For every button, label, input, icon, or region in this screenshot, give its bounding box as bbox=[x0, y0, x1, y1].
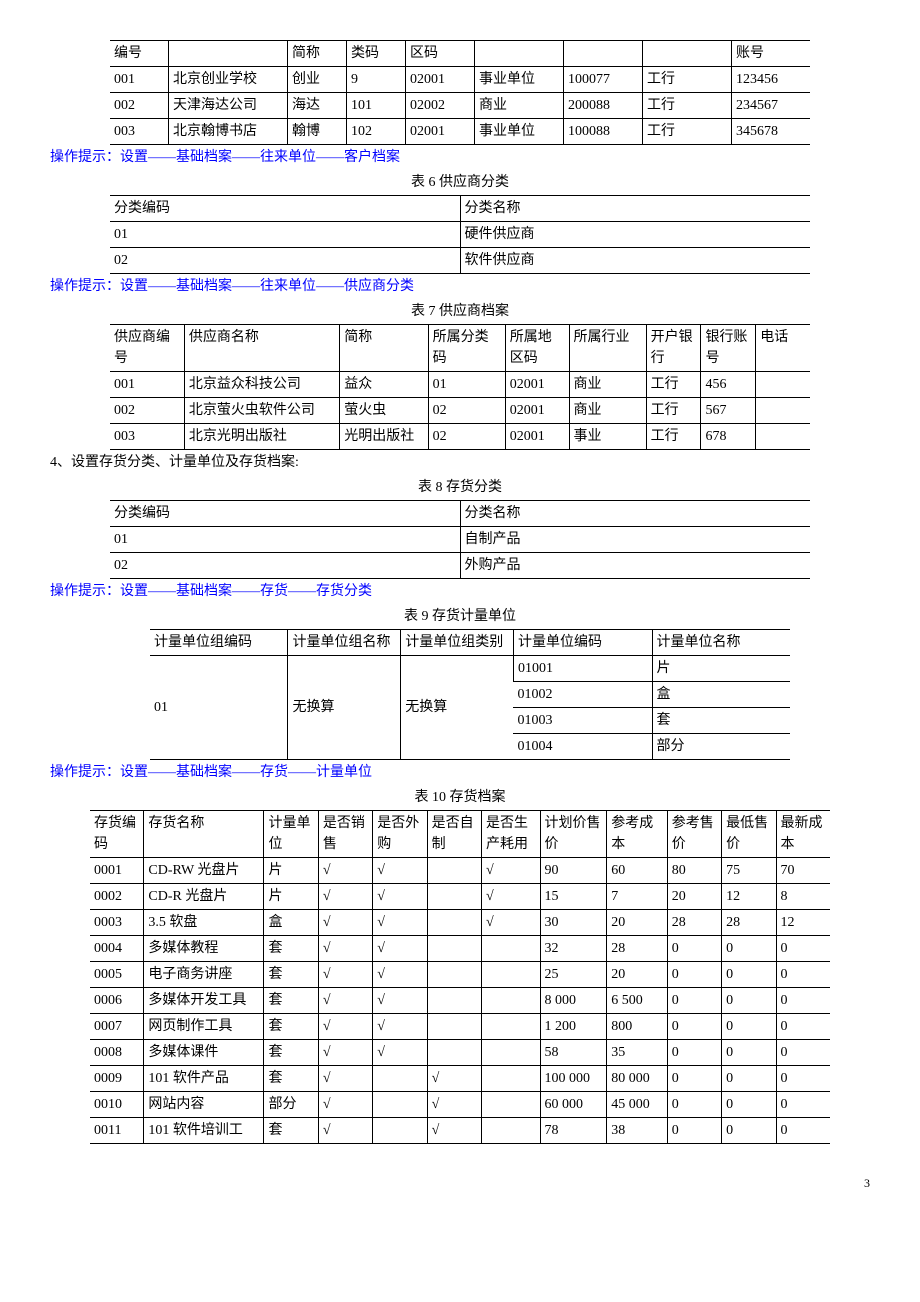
table-header-row: 供应商编号 供应商名称 简称 所属分类码 所属地区码 所属行业 开户银行 银行账… bbox=[110, 325, 810, 372]
col-id: 编号 bbox=[110, 41, 169, 67]
table-caption: 表 10 存货档案 bbox=[50, 787, 870, 808]
table-row: 003北京光明出版社光明出版社0202001事业工行678 bbox=[110, 424, 810, 450]
section-heading: 4、设置存货分类、计量单位及存货档案: bbox=[50, 452, 870, 473]
table-row: 001北京益众科技公司益众0102001商业工行456 bbox=[110, 372, 810, 398]
table-row: 0010网站内容部分√√60 00045 000000 bbox=[90, 1092, 830, 1118]
table-row: 01 无换算 无换算 01001 片 bbox=[150, 656, 790, 682]
table-header-row: 计量单位组编码 计量单位组名称 计量单位组类别 计量单位编码 计量单位名称 bbox=[150, 630, 790, 656]
table-row: 0004多媒体教程套√√3228000 bbox=[90, 936, 830, 962]
inventory-table: 存货编码 存货名称 计量单位 是否销售 是否外购 是否自制 是否生产耗用 计划价… bbox=[90, 810, 830, 1144]
operation-hint: 操作提示：设置——基础档案——存货——计量单位 bbox=[50, 762, 870, 783]
col-blank3 bbox=[564, 41, 643, 67]
table-row: 0007网页制作工具套√√1 200800000 bbox=[90, 1014, 830, 1040]
table-row: 0001CD-RW 光盘片片√√√9060807570 bbox=[90, 858, 830, 884]
table-header-row: 存货编码 存货名称 计量单位 是否销售 是否外购 是否自制 是否生产耗用 计划价… bbox=[90, 811, 830, 858]
unit-table: 计量单位组编码 计量单位组名称 计量单位组类别 计量单位编码 计量单位名称 01… bbox=[150, 629, 790, 760]
col-short: 简称 bbox=[288, 41, 347, 67]
col-account: 账号 bbox=[732, 41, 811, 67]
table-row: 01自制产品 bbox=[110, 527, 810, 553]
table-row: 0011101 软件培训工套√√7838000 bbox=[90, 1118, 830, 1144]
table-row: 0005电子商务讲座套√√2520000 bbox=[90, 962, 830, 988]
col-blank4 bbox=[643, 41, 732, 67]
col-blank2 bbox=[475, 41, 564, 67]
operation-hint: 操作提示：设置——基础档案——存货——存货分类 bbox=[50, 581, 870, 602]
col-area: 区码 bbox=[406, 41, 475, 67]
table-row: 00033.5 软盘盒√√√3020282812 bbox=[90, 910, 830, 936]
table-row: 0008多媒体课件套√√5835000 bbox=[90, 1040, 830, 1066]
customer-table: 编号 简称 类码 区码 账号 001北京创业学校创业902001事业单位1000… bbox=[110, 40, 810, 145]
supplier-table: 供应商编号 供应商名称 简称 所属分类码 所属地区码 所属行业 开户银行 银行账… bbox=[110, 324, 810, 450]
table-row: 002天津海达公司海达10102002商业200088工行234567 bbox=[110, 93, 810, 119]
table-row: 0006多媒体开发工具套√√8 0006 500000 bbox=[90, 988, 830, 1014]
table-header-row: 分类编码分类名称 bbox=[110, 501, 810, 527]
table-row: 02软件供应商 bbox=[110, 248, 810, 274]
table-row: 01硬件供应商 bbox=[110, 222, 810, 248]
table-header-row: 分类编码分类名称 bbox=[110, 196, 810, 222]
operation-hint: 操作提示：设置——基础档案——往来单位——客户档案 bbox=[50, 147, 870, 168]
page-number: 3 bbox=[50, 1174, 870, 1192]
table-row: 0002CD-R 光盘片片√√√15720128 bbox=[90, 884, 830, 910]
col-class: 类码 bbox=[347, 41, 406, 67]
table-caption: 表 9 存货计量单位 bbox=[50, 606, 870, 627]
table-row: 002北京萤火虫软件公司萤火虫0202001商业工行567 bbox=[110, 398, 810, 424]
table-caption: 表 8 存货分类 bbox=[50, 477, 870, 498]
operation-hint: 操作提示：设置——基础档案——往来单位——供应商分类 bbox=[50, 276, 870, 297]
table-caption: 表 7 供应商档案 bbox=[50, 301, 870, 322]
unit-group-name: 无换算 bbox=[288, 656, 401, 760]
inventory-category-table: 分类编码分类名称 01自制产品 02外购产品 bbox=[110, 500, 810, 579]
table-row: 001北京创业学校创业902001事业单位100077工行123456 bbox=[110, 67, 810, 93]
table-header-row: 编号 简称 类码 区码 账号 bbox=[110, 41, 810, 67]
unit-group-type: 无换算 bbox=[401, 656, 514, 760]
table-caption: 表 6 供应商分类 bbox=[50, 172, 870, 193]
supplier-category-table: 分类编码分类名称 01硬件供应商 02软件供应商 bbox=[110, 195, 810, 274]
unit-group-code: 01 bbox=[150, 656, 288, 760]
col-blank bbox=[169, 41, 288, 67]
table-row: 003北京翰博书店翰博10202001事业单位100088工行345678 bbox=[110, 119, 810, 145]
table-row: 0009101 软件产品套√√100 00080 000000 bbox=[90, 1066, 830, 1092]
table-row: 02外购产品 bbox=[110, 553, 810, 579]
